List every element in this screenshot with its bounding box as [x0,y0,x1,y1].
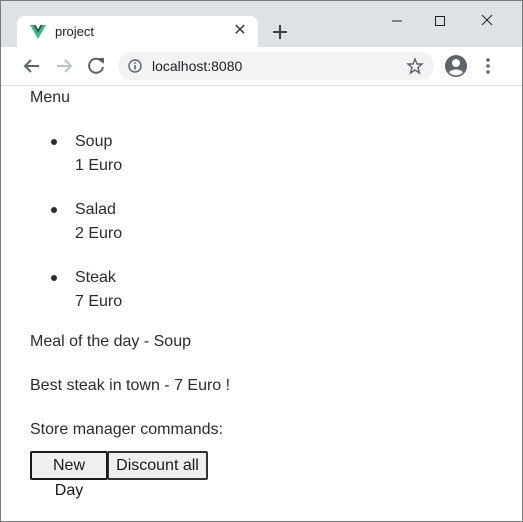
back-arrow-icon[interactable] [21,55,43,77]
item-name: Soup [75,133,113,150]
item-name: Steak [75,269,116,286]
bullet-icon [51,275,57,281]
browser-toolbar: localhost:8080 [1,47,522,86]
page-content: Menu Soup 1 Euro Salad 2 Euro Steak 7 Eu… [1,86,522,521]
item-price: 7 Euro [75,293,123,310]
forward-arrow-icon[interactable] [53,55,75,77]
new-day-button[interactable]: New Day [30,451,108,499]
new-tab-plus-icon[interactable] [269,21,291,43]
tab-strip: project ✕ [1,1,522,47]
best-steak-text: Best steak in town - 7 Euro ! [30,377,231,394]
tab-close-icon[interactable]: ✕ [232,22,248,40]
item-name: Salad [75,201,116,218]
menu-heading: Menu [30,89,71,106]
bookmark-star-icon[interactable] [406,57,424,75]
tab-title: project [55,24,95,39]
bullet-icon [51,207,57,213]
profile-avatar-icon[interactable] [444,54,468,78]
minimize-icon[interactable] [383,7,411,31]
bullet-icon [51,139,57,145]
vue-logo-icon [30,25,46,39]
discount-all-button[interactable]: Discount all [108,451,208,480]
reload-icon[interactable] [85,55,107,77]
window-close-icon[interactable] [473,7,501,31]
address-bar[interactable]: localhost:8080 [118,52,434,80]
store-manager-label: Store manager commands: [30,421,223,438]
item-price: 2 Euro [75,225,123,242]
url-text[interactable]: localhost:8080 [152,58,242,74]
info-icon[interactable] [128,59,142,73]
tab-project[interactable]: project ✕ [17,16,258,47]
kebab-menu-icon[interactable] [481,56,495,76]
browser-window: project ✕ localhost:8080 Menu Soup 1 Eur… [0,0,523,522]
maximize-icon[interactable] [426,7,454,31]
meal-of-the-day: Meal of the day - Soup [30,333,191,350]
item-price: 1 Euro [75,157,123,174]
